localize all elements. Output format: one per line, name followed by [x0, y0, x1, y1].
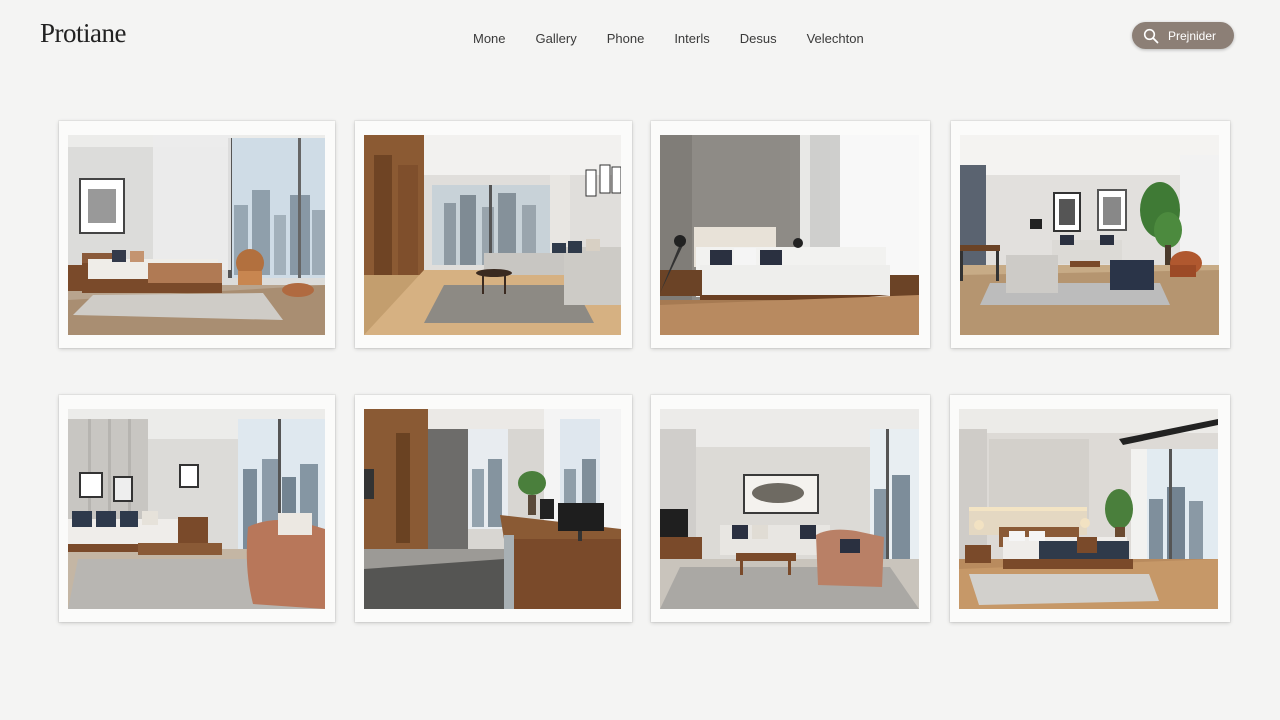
- gallery-card[interactable]: [651, 121, 930, 348]
- gallery-image-office-desk-wood: [364, 409, 621, 609]
- brand-logo[interactable]: Protiane: [40, 18, 126, 49]
- gallery-image-bedroom-city-view: [68, 135, 325, 335]
- gallery-card[interactable]: [59, 121, 335, 348]
- gallery-card[interactable]: [59, 395, 335, 622]
- gallery-image-living-room-leather-chair: [68, 409, 325, 609]
- gallery-image-bedroom-skyline: [959, 409, 1218, 609]
- nav-item-gallery[interactable]: Gallery: [521, 30, 592, 48]
- gallery-card[interactable]: [355, 395, 632, 622]
- gallery-image-living-room-sectional: [364, 135, 621, 335]
- search-button[interactable]: Prejnider: [1132, 22, 1234, 49]
- site-header: Protiane Mone Gallery Phone Interls Desu…: [0, 0, 1280, 80]
- search-icon: [1143, 28, 1159, 43]
- gallery-card[interactable]: [355, 121, 632, 348]
- gallery-image-living-room-artwork: [660, 409, 919, 609]
- nav-item-mone[interactable]: Mone: [458, 30, 521, 48]
- nav-item-desus[interactable]: Desus: [725, 30, 792, 48]
- nav-item-phone[interactable]: Phone: [592, 30, 660, 48]
- main-nav: Mone Gallery Phone Interls Desus Velecht…: [458, 30, 879, 48]
- gallery-image-open-living-dining: [960, 135, 1219, 335]
- nav-item-velechton[interactable]: Velechton: [792, 30, 879, 48]
- gallery-card[interactable]: [950, 395, 1230, 622]
- nav-item-interls[interactable]: Interls: [659, 30, 724, 48]
- gallery-card[interactable]: [651, 395, 930, 622]
- gallery-image-bedroom-curtains: [660, 135, 919, 335]
- search-button-label: Prejnider: [1168, 28, 1217, 43]
- gallery-card[interactable]: [951, 121, 1230, 348]
